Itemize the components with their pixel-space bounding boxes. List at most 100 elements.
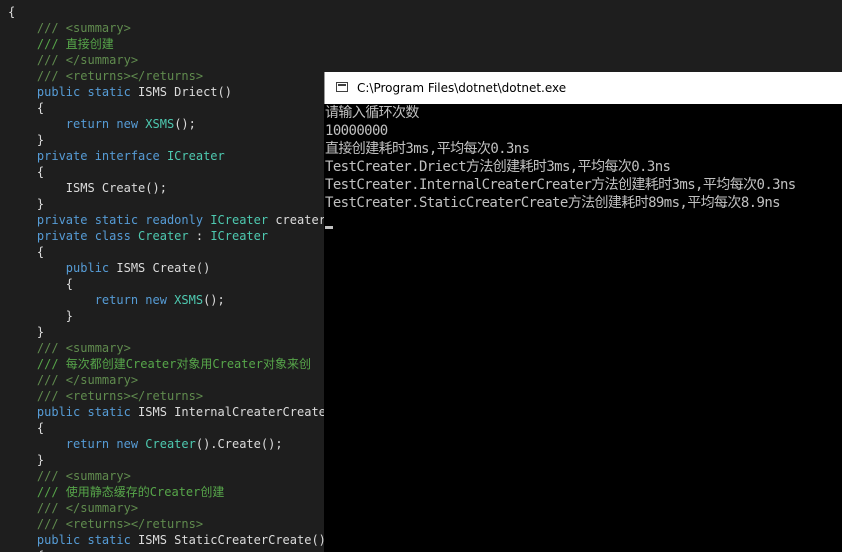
console-output-line: 请输入循环次数	[325, 105, 419, 121]
code-line: public ISMS Create()	[8, 260, 211, 276]
code-line: }	[8, 452, 44, 468]
code-line: public static ISMS StaticCreaterCreate()	[8, 532, 326, 548]
code-token: ///	[8, 53, 66, 67]
code-token: ///	[8, 341, 66, 355]
console-titlebar[interactable]: C:\Program Files\dotnet\dotnet.exe	[324, 72, 842, 104]
code-token: ICreater	[210, 229, 269, 243]
code-token: }	[8, 325, 45, 339]
code-token: </summary>	[65, 53, 139, 67]
code-line: /// <summary>	[8, 20, 131, 36]
code-token: </summary>	[65, 373, 139, 387]
code-token: <returns></returns>	[65, 69, 204, 83]
code-token: ///	[8, 469, 66, 483]
console-window-icon	[336, 82, 348, 92]
code-token: }	[8, 453, 45, 467]
code-line: return new Creater().Create();	[8, 436, 283, 452]
code-line: ISMS Create();	[8, 180, 167, 196]
code-line: /// <returns></returns>	[8, 68, 203, 84]
code-token: ISMS Driect()	[138, 85, 232, 99]
code-token: ISMS StaticCreaterCreate()	[138, 533, 326, 547]
code-token: public static	[8, 85, 139, 99]
code-line: /// <returns></returns>	[8, 388, 203, 404]
code-line: {	[8, 164, 44, 180]
console-output-line: TestCreater.InternalCreaterCreater方法创建耗时…	[325, 177, 796, 193]
code-token: ();	[203, 293, 225, 307]
code-token: {	[8, 101, 45, 115]
code-token: /// 直接创建	[8, 37, 114, 51]
code-token: return new	[8, 117, 146, 131]
console-output: 请输入循环次数 10000000 直接创建耗时3ms,平均每次0.3ns Tes…	[324, 104, 842, 552]
code-line: /// 使用静态缓存的Creater创建	[8, 484, 224, 500]
code-line: private class Creater : ICreater	[8, 228, 268, 244]
code-token: /// 使用静态缓存的Creater创建	[8, 485, 225, 499]
code-token: ///	[8, 501, 66, 515]
code-token: {	[8, 165, 45, 179]
code-token: private static readonly	[8, 213, 211, 227]
code-token: ///	[8, 373, 66, 387]
code-token: ///	[8, 517, 66, 531]
code-token: public static	[8, 405, 139, 419]
console-output-line: 10000000	[325, 123, 388, 139]
code-token: XSMS	[145, 117, 175, 131]
console-output-line: TestCreater.Driect方法创建耗时3ms,平均每次0.3ns	[325, 159, 671, 175]
code-line: {	[8, 100, 44, 116]
code-token: return new	[8, 437, 146, 451]
code-line: private interface ICreater	[8, 148, 225, 164]
code-line: {	[8, 244, 44, 260]
code-token: {	[8, 245, 45, 259]
code-token: private interface	[8, 149, 167, 163]
code-line: /// </summary>	[8, 500, 138, 516]
code-token: ().Create();	[195, 437, 283, 451]
code-token: {	[8, 421, 45, 435]
code-line: /// <summary>	[8, 340, 131, 356]
code-token: XSMS	[174, 293, 204, 307]
console-output-line: 直接创建耗时3ms,平均每次0.3ns	[325, 141, 530, 157]
code-line: /// </summary>	[8, 52, 138, 68]
code-token: ISMS Create()	[116, 261, 211, 275]
console-window[interactable]: C:\Program Files\dotnet\dotnet.exe 请输入循环…	[324, 72, 842, 552]
code-token: Creater	[145, 437, 196, 451]
code-token: /// 每次都创建Creater对象用Creater对象来创	[8, 357, 311, 371]
code-token: ///	[8, 69, 66, 83]
code-token: ();	[174, 117, 196, 131]
code-line: return new XSMS();	[8, 116, 196, 132]
code-token: <summary>	[65, 341, 131, 355]
code-line: }	[8, 324, 44, 340]
code-token: <summary>	[65, 469, 131, 483]
code-line: {	[8, 548, 44, 552]
code-token: }	[8, 197, 45, 211]
text-cursor	[325, 226, 333, 229]
code-line: {	[8, 276, 73, 292]
code-line: {	[8, 4, 15, 20]
code-line: /// 每次都创建Creater对象用Creater对象来创	[8, 356, 311, 372]
code-token: ISMS Create();	[8, 181, 167, 195]
code-token: ISMS InternalCreaterCreater	[138, 405, 334, 419]
code-token: ///	[8, 389, 66, 403]
code-token: <returns></returns>	[65, 389, 204, 403]
code-token: }	[8, 133, 45, 147]
code-line: public static ISMS InternalCreaterCreate…	[8, 404, 333, 420]
code-line: /// 直接创建	[8, 36, 114, 52]
code-token: public	[8, 261, 117, 275]
code-token: {	[8, 5, 16, 19]
code-token: {	[8, 277, 74, 291]
code-line: }	[8, 132, 44, 148]
code-line: {	[8, 420, 44, 436]
code-token: ///	[8, 21, 66, 35]
code-line: /// <summary>	[8, 468, 131, 484]
code-token: return new	[8, 293, 175, 307]
code-token: ICreater	[166, 149, 225, 163]
code-token: <returns></returns>	[65, 517, 204, 531]
code-line: /// </summary>	[8, 372, 138, 388]
code-token: private class	[8, 229, 139, 243]
console-title: C:\Program Files\dotnet\dotnet.exe	[357, 81, 567, 95]
code-token: </summary>	[65, 501, 139, 515]
code-line: }	[8, 308, 73, 324]
code-line: private static readonly ICreater creater…	[8, 212, 340, 228]
code-line: return new XSMS();	[8, 292, 225, 308]
code-line: public static ISMS Driect()	[8, 84, 232, 100]
code-token: }	[8, 309, 74, 323]
code-line: /// <returns></returns>	[8, 516, 203, 532]
code-line: }	[8, 196, 44, 212]
code-token: :	[188, 229, 211, 243]
